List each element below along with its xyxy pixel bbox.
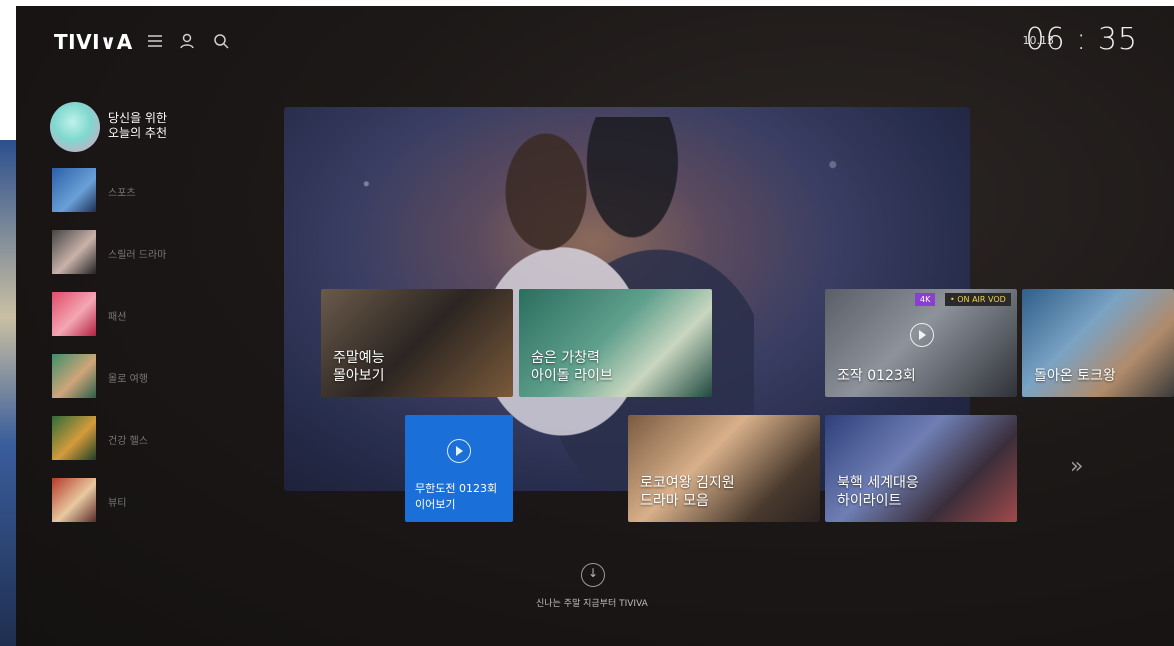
sidebar-item-label: 패션 bbox=[108, 312, 127, 323]
sidebar-item-travel[interactable]: 몰로 여행 bbox=[52, 354, 252, 398]
content-card-variety[interactable]: 주말예능 몰아보기 bbox=[321, 289, 513, 397]
continue-watching-label: 무한도전 0123회 이어보기 bbox=[415, 482, 498, 511]
badge-onair: • ON AIR VOD bbox=[945, 293, 1011, 306]
search-icon[interactable] bbox=[212, 32, 230, 50]
footer-caption: 신나는 주말 지금부터 TIVIVA bbox=[536, 599, 648, 609]
sidebar-item-label: 스릴러 드라마 bbox=[108, 250, 167, 261]
logo: TIVI∨A bbox=[54, 30, 133, 54]
card-title: 숨은 가창력 아이돌 라이브 bbox=[531, 350, 613, 384]
card-title: 로코여왕 김지원 드라마 모음 bbox=[640, 475, 735, 509]
sidebar-item-label: 뷰티 bbox=[108, 498, 127, 509]
profile-icon[interactable] bbox=[178, 32, 196, 50]
sidebar-item-beauty[interactable]: 뷰티 bbox=[52, 478, 252, 522]
card-title: 조작 0123회 bbox=[837, 368, 916, 384]
card-title: 북핵 세계대응 하이라이트 bbox=[837, 475, 919, 509]
thumbnail bbox=[52, 478, 96, 522]
content-card-manipulation[interactable]: 4K • ON AIR VOD 조작 0123회 bbox=[825, 289, 1017, 397]
sidebar-item-health[interactable]: 건강 헬스 bbox=[52, 416, 252, 460]
thumbnail bbox=[52, 354, 96, 398]
content-card-north-korea[interactable]: 북핵 세계대응 하이라이트 bbox=[825, 415, 1017, 522]
scroll-down-icon[interactable] bbox=[581, 563, 605, 587]
play-icon[interactable] bbox=[910, 323, 934, 347]
sidebar-item-thriller[interactable]: 스릴러 드라마 bbox=[52, 230, 252, 274]
sidebar-item-label: 몰로 여행 bbox=[108, 374, 148, 385]
sidebar-item-label: 스포츠 bbox=[108, 188, 136, 199]
content-card-idol-live[interactable]: 숨은 가창력 아이돌 라이브 bbox=[519, 289, 712, 397]
thumbnail bbox=[52, 168, 96, 212]
sidebar-item-label: 당신을 위한 오늘의 추천 bbox=[108, 111, 168, 140]
thumbnail bbox=[52, 416, 96, 460]
sidebar-item-fashion[interactable]: 패션 bbox=[52, 292, 252, 336]
background-window-edge bbox=[0, 140, 16, 646]
continue-watching-card[interactable]: 무한도전 0123회 이어보기 bbox=[405, 415, 513, 522]
avatar bbox=[50, 102, 100, 152]
content-card-romcom[interactable]: 로코여왕 김지원 드라마 모음 bbox=[628, 415, 820, 522]
clock: 06 : 35 bbox=[1025, 22, 1138, 57]
sidebar-item-sports[interactable]: 스포츠 bbox=[52, 168, 252, 212]
next-arrow-icon[interactable]: » bbox=[1070, 454, 1083, 479]
badge-4k: 4K bbox=[915, 293, 936, 306]
card-title: 돌아온 토크왕 bbox=[1034, 368, 1116, 384]
content-card-talk-king[interactable]: 돌아온 토크왕 bbox=[1022, 289, 1174, 397]
menu-icon[interactable] bbox=[146, 32, 164, 50]
tv-screen: TIVI∨A 10.13 06 : 35 당신을 위한 오늘의 추천 스포츠 스… bbox=[16, 6, 1174, 646]
play-icon[interactable] bbox=[447, 439, 471, 463]
sidebar-item-recommendation[interactable]: 당신을 위한 오늘의 추천 bbox=[50, 102, 250, 154]
thumbnail bbox=[52, 292, 96, 336]
thumbnail bbox=[52, 230, 96, 274]
header: TIVI∨A 10.13 06 : 35 bbox=[16, 6, 1174, 76]
sidebar-item-label: 건강 헬스 bbox=[108, 436, 148, 447]
card-title: 주말예능 몰아보기 bbox=[333, 350, 385, 384]
